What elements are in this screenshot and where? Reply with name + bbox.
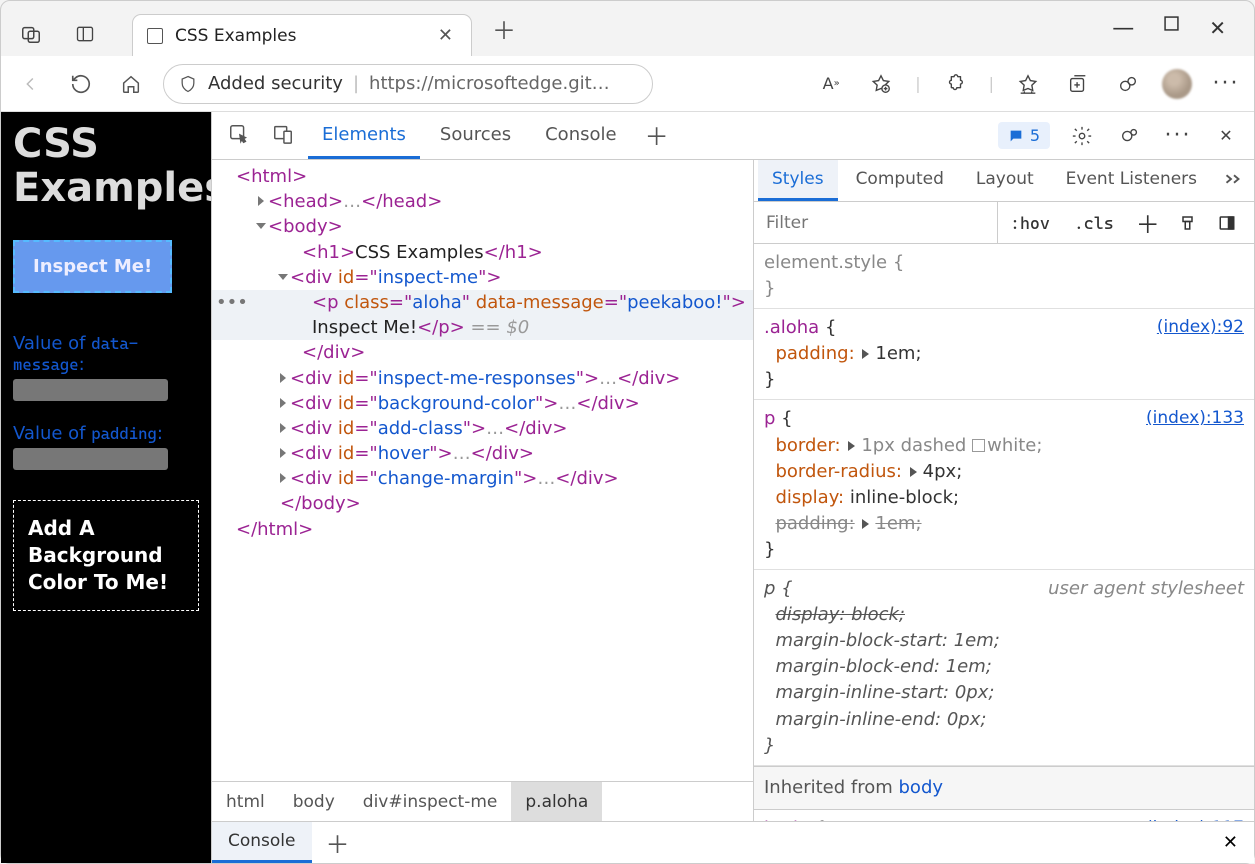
expand-icon[interactable] bbox=[258, 196, 264, 206]
expand-icon[interactable] bbox=[848, 441, 855, 451]
crumb-html[interactable]: html bbox=[212, 782, 279, 821]
omnibox[interactable]: Added security | https://microsoftedge.g… bbox=[163, 64, 653, 104]
devtools-tabs: Elements Sources Console ＋ 5 ··· ✕ bbox=[212, 112, 1254, 160]
maximize-icon[interactable] bbox=[1164, 16, 1179, 41]
titlebar: CSS Examples ✕ ＋ — ✕ bbox=[1, 1, 1254, 56]
source-link[interactable]: (index):117 bbox=[1146, 816, 1244, 821]
favorites-bar-icon[interactable] bbox=[1012, 68, 1044, 100]
feedback-icon[interactable] bbox=[1114, 120, 1146, 152]
workspaces-icon[interactable] bbox=[9, 12, 53, 56]
value-padding-label: Value of padding: bbox=[13, 423, 199, 444]
expand-icon[interactable] bbox=[280, 448, 286, 458]
styles-filter-input[interactable] bbox=[754, 202, 998, 243]
copy-styles-icon[interactable] bbox=[1170, 214, 1208, 232]
color-swatch[interactable] bbox=[972, 439, 985, 452]
tab-styles[interactable]: Styles bbox=[758, 160, 838, 201]
source-link[interactable]: (index):92 bbox=[1157, 315, 1244, 340]
cls-toggle[interactable]: .cls bbox=[1062, 213, 1126, 233]
tab-event-listeners[interactable]: Event Listeners bbox=[1052, 160, 1211, 201]
close-drawer-icon[interactable]: ✕ bbox=[1207, 822, 1254, 863]
extensions-icon[interactable] bbox=[939, 68, 971, 100]
devtools-drawer: Console ＋ ✕ bbox=[212, 821, 1254, 863]
settings-icon[interactable] bbox=[1066, 120, 1098, 152]
tab-actions-icon[interactable] bbox=[63, 12, 107, 56]
more-tabs-icon[interactable]: ＋ bbox=[637, 112, 677, 159]
dom-tree[interactable]: <html> <head>…</head> <body> <h1>CSS Exa… bbox=[212, 160, 753, 781]
tab-layout[interactable]: Layout bbox=[962, 160, 1048, 201]
elements-panel: <html> <head>…</head> <body> <h1>CSS Exa… bbox=[212, 160, 754, 821]
close-window-icon[interactable]: ✕ bbox=[1209, 16, 1226, 41]
inspect-me-button[interactable]: Inspect Me! bbox=[13, 240, 172, 293]
crumb-body[interactable]: body bbox=[279, 782, 349, 821]
copilot-icon[interactable] bbox=[1112, 68, 1144, 100]
expand-icon[interactable] bbox=[862, 519, 869, 529]
expand-icon[interactable] bbox=[280, 473, 286, 483]
toggle-sidebar-icon[interactable] bbox=[1208, 214, 1246, 232]
tab-title: CSS Examples bbox=[175, 26, 296, 46]
devtools: Elements Sources Console ＋ 5 ··· ✕ <html… bbox=[211, 112, 1254, 863]
avatar[interactable] bbox=[1162, 69, 1192, 99]
crumb-div[interactable]: div#inspect-me bbox=[349, 782, 512, 821]
style-rule[interactable]: user agent stylesheet p { display: block… bbox=[754, 570, 1254, 766]
more-actions-icon[interactable]: ••• bbox=[216, 290, 248, 315]
value-data-message-input[interactable] bbox=[13, 379, 168, 401]
inherited-from-label: Inherited from body bbox=[754, 766, 1254, 810]
breadcrumb: html body div#inspect-me p.aloha bbox=[212, 781, 753, 821]
expand-icon[interactable] bbox=[278, 274, 288, 280]
crumb-p[interactable]: p.aloha bbox=[511, 782, 602, 821]
refresh-button[interactable] bbox=[63, 66, 99, 102]
devtools-more-icon[interactable]: ··· bbox=[1162, 120, 1194, 152]
style-rule[interactable]: element.style {} bbox=[754, 244, 1254, 309]
window-controls: — ✕ bbox=[1112, 16, 1246, 41]
tab-sources[interactable]: Sources bbox=[426, 112, 525, 159]
inspect-element-icon[interactable] bbox=[220, 112, 258, 159]
style-rule[interactable]: (index):92 .aloha { padding: 1em; } bbox=[754, 309, 1254, 400]
value-data-message-label: Value of data-message: bbox=[13, 333, 199, 375]
expand-icon[interactable] bbox=[280, 423, 286, 433]
new-style-rule-icon[interactable]: ＋ bbox=[1126, 205, 1170, 240]
favorite-icon[interactable] bbox=[865, 68, 897, 100]
source-link[interactable]: (index):133 bbox=[1146, 406, 1244, 431]
tab-console[interactable]: Console bbox=[531, 112, 630, 159]
tab-elements[interactable]: Elements bbox=[308, 112, 420, 159]
style-rule[interactable]: (index):133 p { border: 1px dashed white… bbox=[754, 400, 1254, 570]
style-rule[interactable]: (index):117 body { bbox=[754, 810, 1254, 821]
read-aloud-icon[interactable]: A» bbox=[815, 68, 847, 100]
collections-icon[interactable] bbox=[1062, 68, 1094, 100]
add-background-box[interactable]: Add A Background Color To Me! bbox=[13, 500, 199, 611]
expand-icon[interactable] bbox=[256, 223, 266, 229]
new-tab-button[interactable]: ＋ bbox=[482, 3, 526, 54]
back-button[interactable] bbox=[13, 66, 49, 102]
issues-button[interactable]: 5 bbox=[998, 122, 1050, 149]
hov-toggle[interactable]: :hov bbox=[998, 213, 1062, 233]
more-tabs-icon[interactable] bbox=[1215, 160, 1253, 201]
expand-icon[interactable] bbox=[862, 349, 869, 359]
shield-icon bbox=[178, 74, 198, 94]
minimize-icon[interactable]: — bbox=[1112, 16, 1134, 41]
drawer-tab-console[interactable]: Console bbox=[212, 822, 312, 863]
expand-icon[interactable] bbox=[280, 373, 286, 383]
address-bar: Added security | https://microsoftedge.g… bbox=[1, 56, 1254, 112]
close-tab-icon[interactable]: ✕ bbox=[434, 21, 457, 50]
device-toolbar-icon[interactable] bbox=[264, 112, 302, 159]
browser-tab[interactable]: CSS Examples ✕ bbox=[132, 14, 472, 56]
page-icon bbox=[147, 28, 163, 44]
add-drawer-tab-icon[interactable]: ＋ bbox=[312, 822, 364, 863]
page-content: CSS Examples Inspect Me! Value of data-m… bbox=[1, 112, 211, 863]
styles-panel: Styles Computed Layout Event Listeners :… bbox=[754, 160, 1254, 821]
value-padding-input[interactable] bbox=[13, 448, 168, 470]
more-icon[interactable]: ··· bbox=[1210, 68, 1242, 100]
expand-icon[interactable] bbox=[910, 467, 917, 477]
close-devtools-icon[interactable]: ✕ bbox=[1210, 120, 1242, 152]
expand-icon[interactable] bbox=[280, 398, 286, 408]
security-label: Added security bbox=[208, 73, 343, 94]
home-button[interactable] bbox=[113, 66, 149, 102]
url-text: https://microsoftedge.git… bbox=[369, 73, 610, 94]
page-title: CSS Examples bbox=[13, 122, 199, 210]
tab-computed[interactable]: Computed bbox=[842, 160, 958, 201]
